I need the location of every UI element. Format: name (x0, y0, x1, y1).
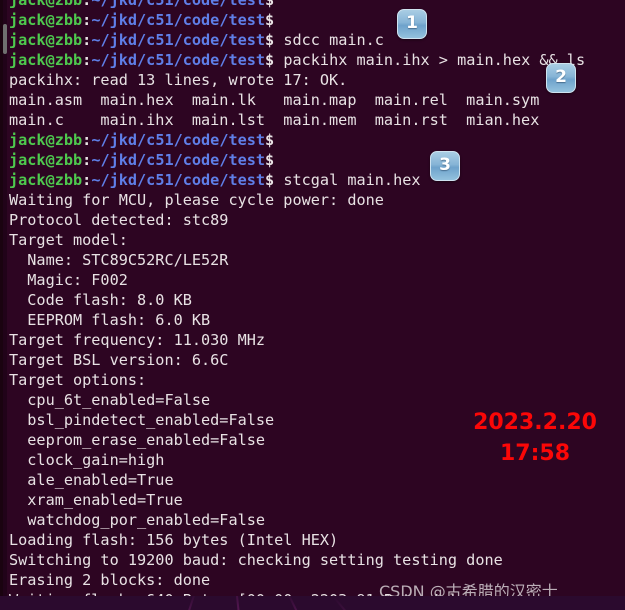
terminal-command: stcgal main.hex (274, 171, 421, 189)
terminal-prompt-line: jack@zbb:~/jkd/c51/code/test$ packihx ma… (9, 50, 619, 70)
screenshot-root: jack@zbb:~/jkd/c51/code/test$ jack@zbb:~/… (0, 0, 625, 610)
prompt-separator: : (82, 151, 92, 169)
terminal-output-text: Waiting for MCU, please cycle power: don… (9, 191, 384, 209)
terminal-output-area: jack@zbb:~/jkd/c51/code/test$ jack@zbb:~/… (9, 0, 619, 597)
terminal-prompt-line: jack@zbb:~/jkd/c51/code/test$ (9, 10, 619, 30)
terminal-command: sdcc main.c (274, 31, 384, 49)
wallpaper-ray (175, 596, 197, 610)
prompt-separator: : (82, 51, 92, 69)
annotation-badge-2: 2 (546, 63, 576, 93)
terminal-output-text: EEPROM flash: 6.0 KB (9, 311, 211, 329)
terminal-prompt-line: jack@zbb:~/jkd/c51/code/test$ sdcc main.… (9, 30, 619, 50)
terminal-output-text: packihx: read 13 lines, wrote 17: OK. (9, 71, 348, 89)
terminal-output-line: EEPROM flash: 6.0 KB (9, 310, 619, 330)
timestamp-time: 17:58 (499, 441, 571, 466)
prompt-user-host: jack@zbb (9, 51, 83, 69)
prompt-separator: : (82, 11, 92, 29)
terminal-output-text: clock_gain=high (9, 451, 165, 469)
terminal-output-text: bsl_pindetect_enabled=False (9, 411, 275, 429)
terminal-prompt-line: jack@zbb:~/jkd/c51/code/test$ (9, 0, 619, 10)
prompt-path: ~/jkd/c51/code/test (91, 51, 266, 69)
timestamp-date: 2023.2.20 (473, 410, 597, 435)
terminal-output-line: main.asm main.hex main.lk main.map main.… (9, 90, 619, 110)
terminal-output-line: Target frequency: 11.030 MHz (9, 330, 619, 350)
terminal-output-text: Erasing 2 blocks: done (9, 571, 211, 589)
prompt-sigil: $ (265, 11, 275, 29)
terminal-output-text: main.asm main.hex main.lk main.map main.… (9, 91, 540, 109)
terminal-output-line: Name: STC89C52RC/LE52R (9, 250, 619, 270)
prompt-separator: : (82, 171, 92, 189)
annotation-badge-3: 3 (430, 151, 460, 181)
wallpaper-ray (234, 596, 244, 610)
prompt-sigil: $ (265, 0, 275, 9)
terminal-prompt-line: jack@zbb:~/jkd/c51/code/test$ (9, 150, 619, 170)
scrollbar-thumb[interactable] (3, 24, 7, 54)
prompt-user-host: jack@zbb (9, 131, 83, 149)
prompt-separator: : (82, 0, 92, 9)
prompt-sigil: $ (265, 151, 275, 169)
prompt-sigil: $ (265, 31, 275, 49)
prompt-separator: : (82, 31, 92, 49)
terminal-output-line: Target options: (9, 370, 619, 390)
terminal-output-text: xram_enabled=True (9, 491, 183, 509)
prompt-sigil: $ (265, 51, 275, 69)
terminal-output-text: Code flash: 8.0 KB (9, 291, 192, 309)
annotation-badge-1: 1 (397, 9, 427, 39)
terminal-scrollbar[interactable] (3, 0, 7, 597)
terminal-window[interactable]: jack@zbb:~/jkd/c51/code/test$ jack@zbb:~/… (0, 0, 625, 597)
terminal-output-text: Target BSL version: 6.6C (9, 351, 229, 369)
wallpaper-ray (286, 596, 316, 610)
prompt-path: ~/jkd/c51/code/test (91, 0, 266, 9)
terminal-output-line: Switching to 19200 baud: checking settin… (9, 550, 619, 570)
prompt-path: ~/jkd/c51/code/test (91, 131, 266, 149)
terminal-output-line: Loading flash: 156 bytes (Intel HEX) (9, 530, 619, 550)
terminal-output-line: watchdog_por_enabled=False (9, 510, 619, 530)
terminal-output-text: Protocol detected: stc89 (9, 211, 229, 229)
prompt-path: ~/jkd/c51/code/test (91, 151, 266, 169)
terminal-command: packihx main.ihx > main.hex && ls (274, 51, 586, 69)
prompt-user-host: jack@zbb (9, 11, 83, 29)
terminal-output-line: Protocol detected: stc89 (9, 210, 619, 230)
terminal-output-text: Name: STC89C52RC/LE52R (9, 251, 229, 269)
timestamp-overlay: 2023.2.20 17:58 (455, 407, 615, 469)
terminal-output-text: Target model: (9, 231, 128, 249)
terminal-output-line: main.c main.ihx main.lst main.mem main.r… (9, 110, 619, 130)
prompt-path: ~/jkd/c51/code/test (91, 31, 266, 49)
terminal-output-line: packihx: read 13 lines, wrote 17: OK. (9, 70, 619, 90)
terminal-output-text: Magic: F002 (9, 271, 128, 289)
wallpaper-ray (332, 596, 374, 610)
prompt-path: ~/jkd/c51/code/test (91, 171, 266, 189)
terminal-prompt-line: jack@zbb:~/jkd/c51/code/test$ (9, 130, 619, 150)
prompt-user-host: jack@zbb (9, 151, 83, 169)
prompt-sigil: $ (265, 171, 275, 189)
terminal-output-text: Target frequency: 11.030 MHz (9, 331, 266, 349)
terminal-output-line: ale_enabled=True (9, 470, 619, 490)
prompt-path: ~/jkd/c51/code/test (91, 11, 266, 29)
terminal-output-text: ale_enabled=True (9, 471, 174, 489)
prompt-user-host: jack@zbb (9, 31, 83, 49)
terminal-output-line: Target BSL version: 6.6C (9, 350, 619, 370)
terminal-prompt-line: jack@zbb:~/jkd/c51/code/test$ stcgal mai… (9, 170, 619, 190)
terminal-output-line: Target model: (9, 230, 619, 250)
desktop-wallpaper-strip (0, 596, 625, 610)
prompt-sigil: $ (265, 131, 275, 149)
terminal-output-text: Target options: (9, 371, 147, 389)
prompt-user-host: jack@zbb (9, 0, 83, 9)
terminal-output-text: Loading flash: 156 bytes (Intel HEX) (9, 531, 339, 549)
terminal-output-text: eeprom_erase_enabled=False (9, 431, 266, 449)
terminal-output-line: xram_enabled=True (9, 490, 619, 510)
terminal-output-line: Code flash: 8.0 KB (9, 290, 619, 310)
terminal-output-line: Waiting for MCU, please cycle power: don… (9, 190, 619, 210)
terminal-output-text: watchdog_por_enabled=False (9, 511, 266, 529)
terminal-output-text: Switching to 19200 baud: checking settin… (9, 551, 503, 569)
prompt-separator: : (82, 131, 92, 149)
terminal-output-text: main.c main.ihx main.lst main.mem main.r… (9, 111, 540, 129)
csdn-watermark: CSDN @古希腊的汉密士 (379, 582, 558, 597)
prompt-user-host: jack@zbb (9, 171, 83, 189)
terminal-output-text: cpu_6t_enabled=False (9, 391, 211, 409)
terminal-output-line: Magic: F002 (9, 270, 619, 290)
